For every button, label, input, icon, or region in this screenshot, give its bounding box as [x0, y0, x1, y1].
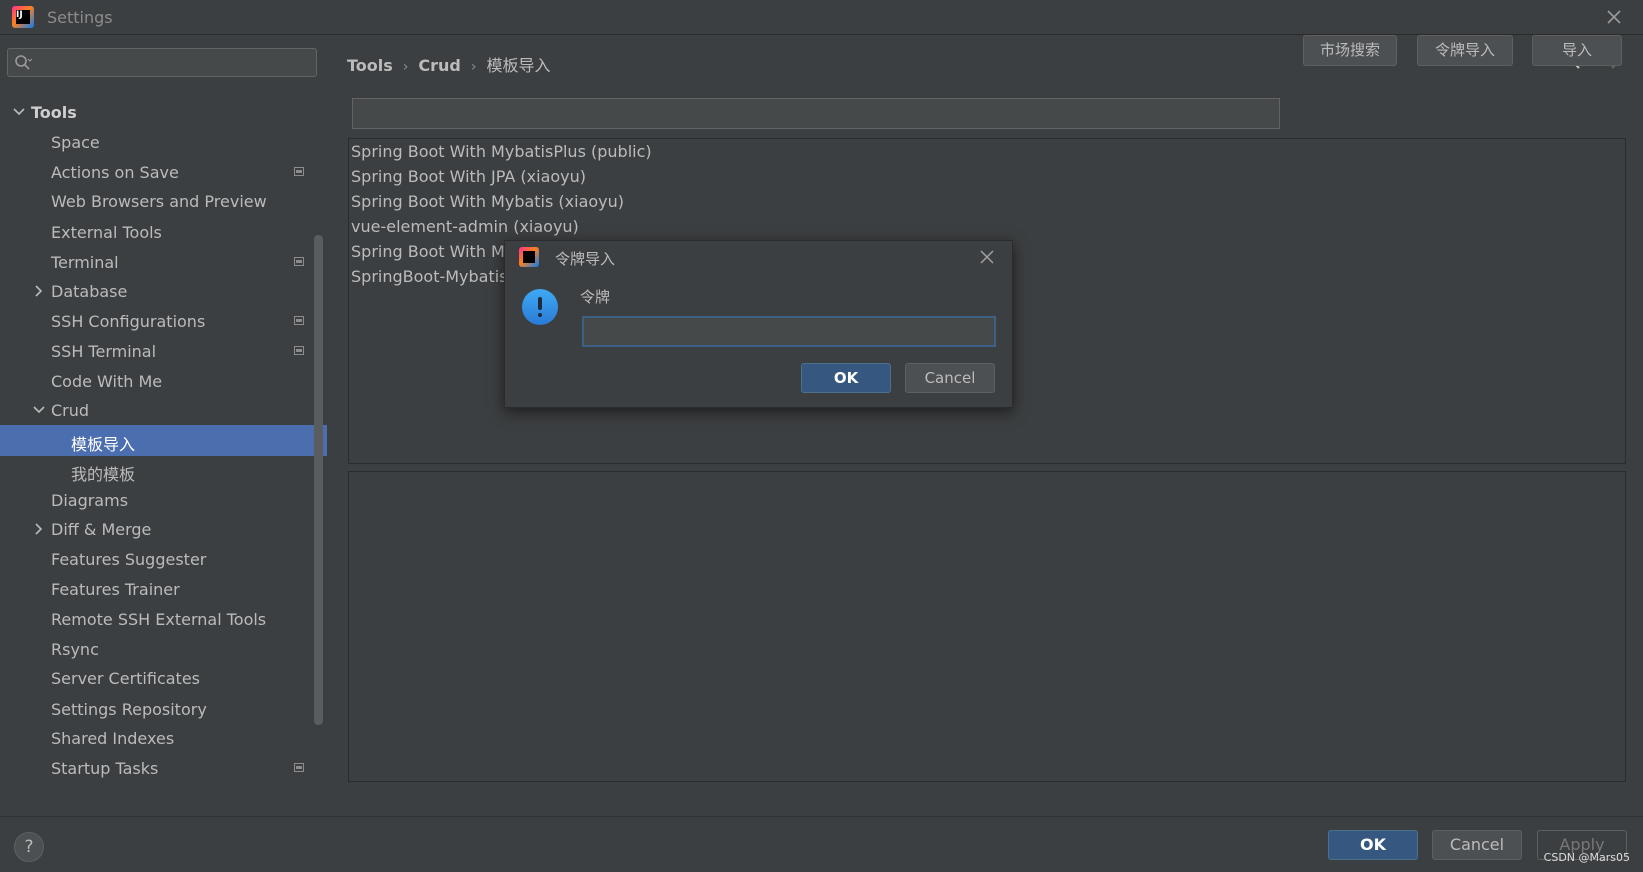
tree-item-startup-tasks[interactable]: Startup Tasks: [0, 753, 327, 784]
intellij-logo-icon: [12, 6, 34, 28]
sidebar-scrollbar[interactable]: [314, 235, 323, 725]
list-item[interactable]: Spring Boot With My: [351, 242, 514, 266]
tree-item-label: Features Suggester: [51, 550, 207, 569]
project-settings-icon: [294, 763, 304, 772]
tree-item-label: External Tools: [51, 223, 162, 242]
project-settings-icon: [294, 346, 304, 355]
dialog-cancel-button[interactable]: Cancel: [905, 363, 995, 393]
tree-item-diagrams[interactable]: Diagrams: [0, 485, 327, 516]
ok-button[interactable]: OK: [1328, 830, 1418, 860]
breadcrumb-item: Crud: [418, 56, 461, 75]
chevron-right-icon[interactable]: [32, 284, 46, 298]
title-bar: Settings: [0, 0, 1643, 35]
dialog-title: 令牌导入: [555, 250, 616, 268]
template-url-input[interactable]: [352, 98, 1280, 129]
tree-item-settings-repository[interactable]: Settings Repository: [0, 694, 327, 725]
list-item[interactable]: Spring Boot With Mybatis (xiaoyu): [351, 192, 624, 216]
settings-content: Tools › Crud › 模板导入 市场搜索 令牌导入 导入 Spring Boot…: [327, 35, 1643, 816]
dialog-footer: ? OK Cancel Apply CSDN @Mars05: [0, 816, 1643, 872]
tree-item-my-templates[interactable]: 我的模板: [0, 455, 327, 486]
tree-item-features-suggester[interactable]: Features Suggester: [0, 544, 327, 575]
tree-item-label: Rsync: [51, 640, 99, 659]
breadcrumb-separator: ›: [402, 59, 409, 75]
settings-sidebar: Tools Space Actions on Save Web Browsers…: [0, 35, 327, 816]
token-import-button[interactable]: 令牌导入: [1417, 35, 1513, 66]
breadcrumb: Tools › Crud › 模板导入: [347, 52, 551, 76]
tree-item-label: Crud: [51, 401, 90, 420]
tree-item-ssh-configurations[interactable]: SSH Configurations: [0, 306, 327, 337]
list-item[interactable]: Spring Boot With MybatisPlus (public): [351, 142, 652, 166]
tree-item-label: Startup Tasks: [51, 759, 159, 778]
project-settings-icon: [294, 257, 304, 266]
tree-item-remote-ssh-external-tools[interactable]: Remote SSH External Tools: [0, 604, 327, 635]
tree-item-space[interactable]: Space: [0, 127, 327, 158]
tree-item-label: Actions on Save: [51, 163, 179, 182]
watermark: CSDN @Mars05: [1543, 851, 1630, 864]
info-icon: [522, 289, 558, 325]
tree-item-actions-on-save[interactable]: Actions on Save: [0, 157, 327, 188]
chevron-down-icon[interactable]: [12, 105, 26, 119]
tree-item-label: 模板导入: [71, 435, 136, 454]
breadcrumb-separator: ›: [470, 59, 477, 75]
tree-item-label: Database: [51, 282, 128, 301]
tree-item-rsync[interactable]: Rsync: [0, 634, 327, 665]
tree-item-label: Diff & Merge: [51, 520, 152, 539]
tree-item-template-import[interactable]: 模板导入: [0, 425, 327, 456]
tree-item-label: Web Browsers and Preview: [51, 192, 267, 211]
breadcrumb-item: Tools: [347, 56, 393, 75]
tree-item-label: Tools: [31, 103, 77, 122]
tree-item-label: Terminal: [51, 253, 119, 272]
token-import-dialog: 令牌导入 令牌 OK Cancel: [504, 240, 1013, 408]
tree-item-label: Space: [51, 133, 100, 152]
tree-item-label: Features Trainer: [51, 580, 180, 599]
list-item[interactable]: Spring Boot With JPA (xiaoyu): [351, 167, 586, 191]
project-settings-icon: [294, 316, 304, 325]
list-item[interactable]: vue-element-admin (xiaoyu): [351, 217, 579, 241]
market-search-button[interactable]: 市场搜索: [1303, 35, 1397, 66]
chevron-right-icon[interactable]: [32, 522, 46, 536]
tree-item-tools[interactable]: Tools: [0, 97, 327, 128]
window-title: Settings: [47, 8, 113, 27]
close-icon[interactable]: [978, 248, 996, 266]
tree-item-label: SSH Configurations: [51, 312, 206, 331]
tree-item-label: 我的模板: [71, 465, 136, 484]
tree-item-code-with-me[interactable]: Code With Me: [0, 366, 327, 397]
tree-item-label: Code With Me: [51, 372, 163, 391]
tree-item-label: Remote SSH External Tools: [51, 610, 267, 629]
tree-item-web-browsers[interactable]: Web Browsers and Preview: [0, 186, 327, 217]
breadcrumb-item: 模板导入: [486, 56, 551, 75]
tree-item-diff-merge[interactable]: Diff & Merge: [0, 514, 327, 545]
token-label: 令牌: [580, 288, 611, 306]
tree-item-label: Settings Repository: [51, 700, 207, 719]
tree-item-shared-indexes[interactable]: Shared Indexes: [0, 723, 327, 754]
tree-item-server-certificates[interactable]: Server Certificates: [0, 663, 327, 694]
window-close-icon[interactable]: [1603, 6, 1625, 28]
chevron-down-icon[interactable]: [32, 403, 46, 417]
help-button[interactable]: ?: [14, 832, 44, 862]
search-icon: [15, 55, 32, 70]
list-item[interactable]: SpringBoot-Mybatis: [351, 267, 508, 291]
tree-item-label: Shared Indexes: [51, 729, 175, 748]
tree-item-label: Server Certificates: [51, 669, 200, 688]
import-button[interactable]: 导入: [1532, 35, 1622, 66]
tree-item-label: SSH Terminal: [51, 342, 157, 361]
tree-item-external-tools[interactable]: External Tools: [0, 217, 327, 248]
cancel-button[interactable]: Cancel: [1432, 830, 1522, 860]
template-detail-panel: [348, 471, 1626, 782]
settings-search-input[interactable]: [38, 51, 312, 75]
project-settings-icon: [294, 167, 304, 176]
tree-item-database[interactable]: Database: [0, 276, 327, 307]
tree-item-ssh-terminal[interactable]: SSH Terminal: [0, 336, 327, 367]
token-input[interactable]: [582, 316, 996, 347]
dialog-ok-button[interactable]: OK: [801, 363, 891, 393]
intellij-logo-icon: [519, 247, 539, 267]
tree-item-label: Diagrams: [51, 491, 129, 510]
settings-search-box[interactable]: [7, 48, 317, 77]
tree-item-crud[interactable]: Crud: [0, 395, 327, 426]
tree-item-terminal[interactable]: Terminal: [0, 247, 327, 278]
tree-item-features-trainer[interactable]: Features Trainer: [0, 574, 327, 605]
